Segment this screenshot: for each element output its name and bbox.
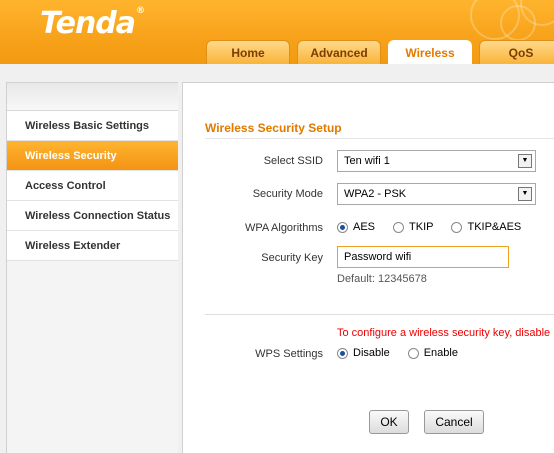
ok-button[interactable]: OK: [369, 410, 409, 434]
wps-option-disable[interactable]: Disable: [337, 347, 390, 359]
radio-aes[interactable]: [337, 221, 348, 233]
wpa-option-tkip-aes[interactable]: TKIP&AES: [451, 221, 521, 233]
tab-wireless[interactable]: Wireless: [388, 40, 472, 64]
radio-disable[interactable]: [337, 347, 348, 359]
chevron-down-icon[interactable]: ▼: [518, 154, 532, 168]
radio-tkip-aes[interactable]: [451, 221, 463, 233]
tenda-logo: Tenda®: [40, 6, 145, 41]
radio-enable[interactable]: [407, 347, 419, 359]
security-mode-value: WPA2 - PSK: [344, 188, 407, 200]
wps-option-enable[interactable]: Enable: [407, 347, 458, 359]
security-key-label: Security Key: [261, 252, 323, 264]
wpa-algorithms-group: AES TKIP TKIP&AES: [337, 221, 539, 233]
sidebar-item-wireless-basic-settings[interactable]: Wireless Basic Settings: [7, 111, 178, 141]
wpa-option-label: TKIP&AES: [467, 221, 522, 233]
ssid-label: Select SSID: [263, 155, 323, 167]
tab-qos[interactable]: QoS: [479, 40, 554, 64]
security-mode-select[interactable]: WPA2 - PSK ▼: [337, 183, 536, 205]
main-tabs: Home Advanced Wireless QoS: [206, 40, 554, 64]
wpa-algorithms-label: WPA Algorithms: [244, 222, 323, 234]
page-title: Wireless Security Setup: [205, 121, 342, 135]
wpa-option-label: AES: [353, 221, 376, 233]
radio-tkip[interactable]: [393, 221, 405, 233]
default-key-hint: Default: 12345678: [337, 273, 427, 285]
wps-warning-text: To configure a wireless security key, di…: [337, 327, 551, 339]
ssid-select[interactable]: Ten wifi 1 ▼: [337, 150, 536, 172]
header-banner: Tenda® Home Advanced Wireless QoS: [0, 0, 554, 64]
wpa-option-aes[interactable]: AES: [337, 221, 375, 233]
tab-home[interactable]: Home: [206, 40, 290, 64]
wps-settings-group: Disable Enable: [337, 347, 476, 359]
tab-advanced[interactable]: Advanced: [297, 40, 381, 64]
sidebar: Wireless Basic Settings Wireless Securit…: [6, 82, 178, 453]
sidebar-item-wireless-connection-status[interactable]: Wireless Connection Status: [7, 201, 178, 231]
sidebar-header: [7, 83, 178, 111]
security-key-input[interactable]: Password wifi: [337, 246, 509, 268]
sidebar-item-access-control[interactable]: Access Control: [7, 171, 178, 201]
sidebar-filler: [7, 261, 178, 453]
ssid-value: Ten wifi 1: [344, 155, 390, 167]
main-panel: Wireless Security Setup Select SSID Ten …: [182, 82, 554, 453]
wps-option-label: Enable: [423, 347, 458, 359]
security-mode-label: Security Mode: [252, 188, 323, 200]
sidebar-item-wireless-extender[interactable]: Wireless Extender: [7, 231, 178, 261]
cancel-button[interactable]: Cancel: [424, 410, 484, 434]
chevron-down-icon[interactable]: ▼: [518, 187, 532, 201]
wpa-option-tkip[interactable]: TKIP: [393, 221, 433, 233]
wps-settings-label: WPS Settings: [255, 348, 323, 360]
sidebar-item-wireless-security[interactable]: Wireless Security: [7, 141, 178, 171]
title-divider: [205, 138, 554, 139]
section-divider: [205, 314, 554, 315]
wpa-option-label: TKIP: [409, 221, 434, 233]
wps-option-label: Disable: [353, 347, 390, 359]
